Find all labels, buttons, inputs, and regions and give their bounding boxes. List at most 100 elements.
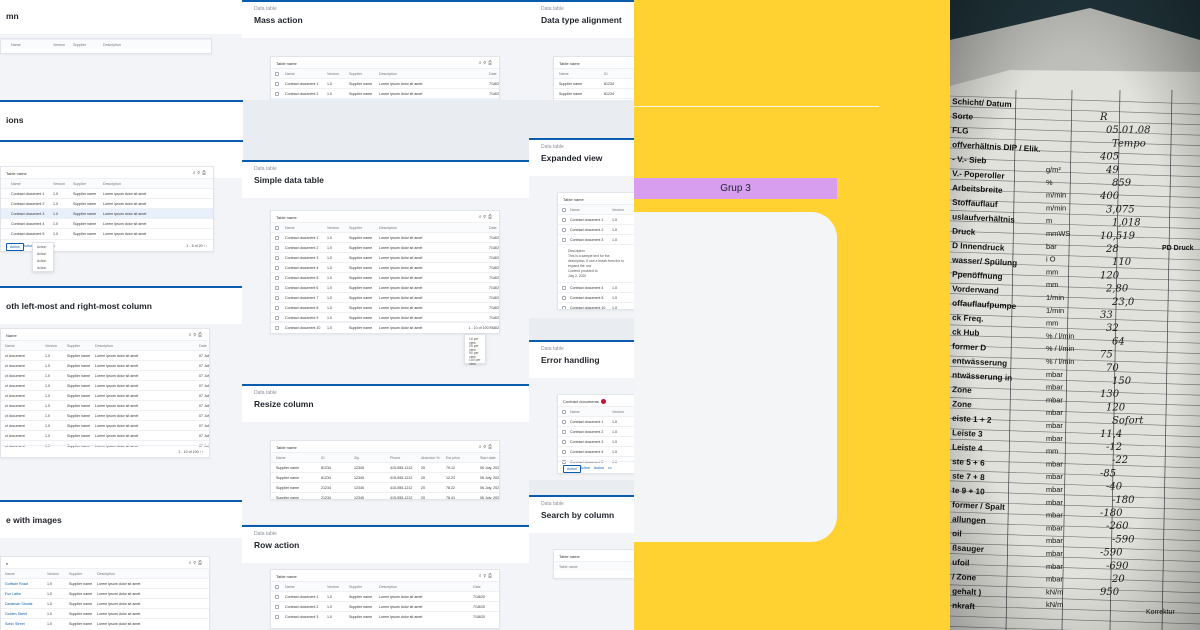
- row-checkbox[interactable]: [562, 420, 566, 425]
- row-checkbox[interactable]: [562, 208, 566, 212]
- table-row[interactable]: ct document 1.0 Supplier name Lorem ipsum d…: [1, 430, 209, 440]
- row-checkbox[interactable]: [275, 286, 279, 290]
- table-cell: Supplier: [349, 72, 363, 76]
- menu-item[interactable]: 25 per view: [465, 342, 485, 352]
- table-row[interactable]: Supplier name 81234: [554, 88, 634, 98]
- table-row[interactable]: Contract document 3 1.0: [558, 436, 634, 446]
- print-icon[interactable]: ⎙: [488, 60, 494, 66]
- print-icon[interactable]: ⎙: [202, 170, 208, 176]
- row-checkbox[interactable]: [275, 246, 279, 250]
- table-row[interactable]: Supplier name 21234 12345 415-555-1212 20 78.…: [271, 482, 499, 492]
- row-checkbox[interactable]: [275, 595, 279, 599]
- table-row[interactable]: ct document 1.0 Supplier name Lorem ipsum d…: [1, 370, 209, 380]
- table-row[interactable]: Contract document 2 1.0: [558, 224, 634, 234]
- row-checkbox[interactable]: [275, 306, 279, 310]
- print-icon[interactable]: ⎙: [488, 214, 494, 220]
- table-row[interactable]: Supplier name 81234: [554, 78, 634, 88]
- table-row[interactable]: Contract document 1 1.0: [558, 416, 634, 426]
- pagination[interactable]: 1 - 10 of 100 ‹ ›: [468, 326, 493, 330]
- menu-item[interactable]: 50 per view: [465, 349, 485, 359]
- table-row[interactable]: ct document 1.0 Supplier name Lorem ipsum d…: [1, 390, 209, 400]
- table-row[interactable]: Contract document 4 1.0 Supplier name Lorem…: [271, 262, 499, 272]
- row-checkbox[interactable]: [562, 296, 566, 300]
- table-row[interactable]: Contract document 6 1.0 Supplier name Lorem…: [271, 282, 499, 292]
- menu-item[interactable]: 100 per view: [465, 356, 485, 366]
- table-row[interactable]: Supplier name 81234 12345 415-555-1212 20 12.…: [271, 472, 499, 482]
- action-button[interactable]: •••: [605, 465, 615, 471]
- row-checkbox[interactable]: [562, 440, 566, 445]
- table-row[interactable]: Contract document 2 1.0: [558, 426, 634, 436]
- row-checkbox[interactable]: [275, 605, 279, 609]
- print-icon[interactable]: ⎙: [488, 444, 494, 450]
- row-checkbox[interactable]: [562, 228, 566, 232]
- row-checkbox[interactable]: [275, 276, 279, 280]
- table-row[interactable]: ct document 1.0 Supplier name Lorem ipsum d…: [1, 380, 209, 390]
- table-row[interactable]: ct document 1.0 Supplier name Lorem ipsum d…: [1, 350, 209, 360]
- table-row[interactable]: Contract document 31.0Supplier nameLorem…: [271, 98, 499, 100]
- menu-item[interactable]: Action: [33, 243, 53, 250]
- menu-item[interactable]: Action: [33, 257, 53, 264]
- row-checkbox[interactable]: [275, 316, 279, 320]
- table-row[interactable]: Golfside Road 1.0 Supplier name Lorem ipsum…: [1, 578, 209, 588]
- pagination[interactable]: 1 - 5 of 20 ‹ ›: [186, 244, 207, 248]
- row-checkbox[interactable]: [275, 72, 279, 76]
- menu-item[interactable]: Action: [33, 264, 53, 271]
- table-row[interactable]: Contract document 2 1.0 Supplier name Lorem…: [1, 198, 213, 208]
- table-row[interactable]: Contract document 31.0Supplier nameLorem…: [271, 611, 499, 621]
- table-row[interactable]: Supplier name 81234 12345 415-555-1212 20 79.…: [271, 462, 499, 472]
- menu-item[interactable]: Action: [33, 250, 53, 257]
- table-row[interactable]: Contract document 7 1.0 Supplier name Lorem…: [271, 292, 499, 302]
- table-row[interactable]: Contract document 10 1.0: [558, 302, 634, 309]
- table-row[interactable]: Contract document 2 1.0 Supplier name Lorem…: [271, 601, 499, 611]
- table-row[interactable]: ct document 1.0 Supplier name Lorem ipsum d…: [1, 360, 209, 370]
- row-checkbox[interactable]: [562, 238, 566, 242]
- table-row[interactable]: Contract document 2 1.0 Supplier name Lorem…: [271, 242, 499, 252]
- table-row[interactable]: Contract document 8 1.0 Supplier name Lorem…: [271, 302, 499, 312]
- table-row[interactable]: Contract document 1 1.0 Supplier name Lorem…: [271, 78, 499, 88]
- table-row[interactable]: ct document 1.0 Supplier name Lorem ipsum d…: [1, 420, 209, 430]
- row-checkbox[interactable]: [275, 296, 279, 300]
- table-row[interactable]: Golden Street 1.0 Supplier name Lorem ipsum…: [1, 608, 209, 618]
- row-checkbox[interactable]: [562, 430, 566, 435]
- row-checkbox[interactable]: [275, 92, 279, 96]
- print-icon[interactable]: ⎙: [198, 332, 204, 338]
- table-row[interactable]: Contract document 5 1.0: [558, 292, 634, 302]
- table-row[interactable]: Contract document 4 1.0 Supplier name Lorem…: [1, 218, 213, 228]
- table-row[interactable]: Fun Lathe 1.0 Supplier name Lorem ipsum dol…: [1, 588, 209, 598]
- table-row[interactable]: Contract document 2 1.0 Supplier name Lorem…: [271, 88, 499, 98]
- menu-item[interactable]: 10 per view: [465, 335, 485, 345]
- table-row[interactable]: ct document 1.0 Supplier name Lorem ipsum d…: [1, 400, 209, 410]
- print-icon[interactable]: ⎙: [198, 560, 204, 566]
- row-checkbox[interactable]: [275, 82, 279, 86]
- print-icon[interactable]: ⎙: [488, 573, 494, 579]
- row-checkbox[interactable]: [275, 236, 279, 240]
- table-row[interactable]: Contract document 31.0Supplier nameLorem…: [1, 208, 213, 218]
- table-row[interactable]: Contract document 1 1.0 Supplier name Lorem…: [271, 591, 499, 601]
- table-row[interactable]: Contract document 1 1.0 Supplier name Lorem…: [271, 232, 499, 242]
- table-row[interactable]: Contract document 5 1.0 Supplier name Lorem…: [1, 228, 213, 238]
- row-checkbox[interactable]: [275, 266, 279, 270]
- table-row[interactable]: Dankman Shoals 1.0 Supplier name Lorem ipsu…: [1, 598, 209, 608]
- table-row[interactable]: Contract document 4 1.0: [558, 282, 634, 292]
- table-row[interactable]: Contract document 3 1.0: [558, 234, 634, 244]
- table-row[interactable]: Supplier name 21234 12345 415-555-1212 20 78.…: [271, 492, 499, 499]
- row-checkbox[interactable]: [275, 256, 279, 260]
- table-row[interactable]: ct document 1.0 Supplier name Lorem ipsum d…: [1, 410, 209, 420]
- row-checkbox[interactable]: [562, 218, 566, 222]
- table-row[interactable]: Supplier name21234: [554, 98, 634, 100]
- row-checkbox[interactable]: [562, 410, 566, 415]
- row-checkbox[interactable]: [275, 585, 279, 589]
- table-row[interactable]: Contract document 5 1.0 Supplier name Lorem…: [271, 272, 499, 282]
- row-checkbox[interactable]: [275, 615, 279, 619]
- table-row[interactable]: Contract document 1 1.0 Supplier name Lorem…: [1, 188, 213, 198]
- row-checkbox[interactable]: [562, 306, 566, 309]
- table-cell: 1.0: [327, 82, 332, 86]
- row-checkbox[interactable]: [562, 450, 566, 455]
- table-row[interactable]: Contract document 31.0Supplier nameLorem…: [271, 252, 499, 262]
- table-row[interactable]: Contract document 1 1.0: [558, 214, 634, 224]
- table-row[interactable]: Sonic Street 1.0 Supplier name Lorem ipsum …: [1, 618, 209, 628]
- row-checkbox[interactable]: [275, 226, 279, 230]
- table-row[interactable]: Contract document 4 1.0: [558, 446, 634, 456]
- row-checkbox[interactable]: [562, 286, 566, 290]
- pagination[interactable]: 1 - 10 of 100 ‹ ›: [178, 450, 203, 454]
